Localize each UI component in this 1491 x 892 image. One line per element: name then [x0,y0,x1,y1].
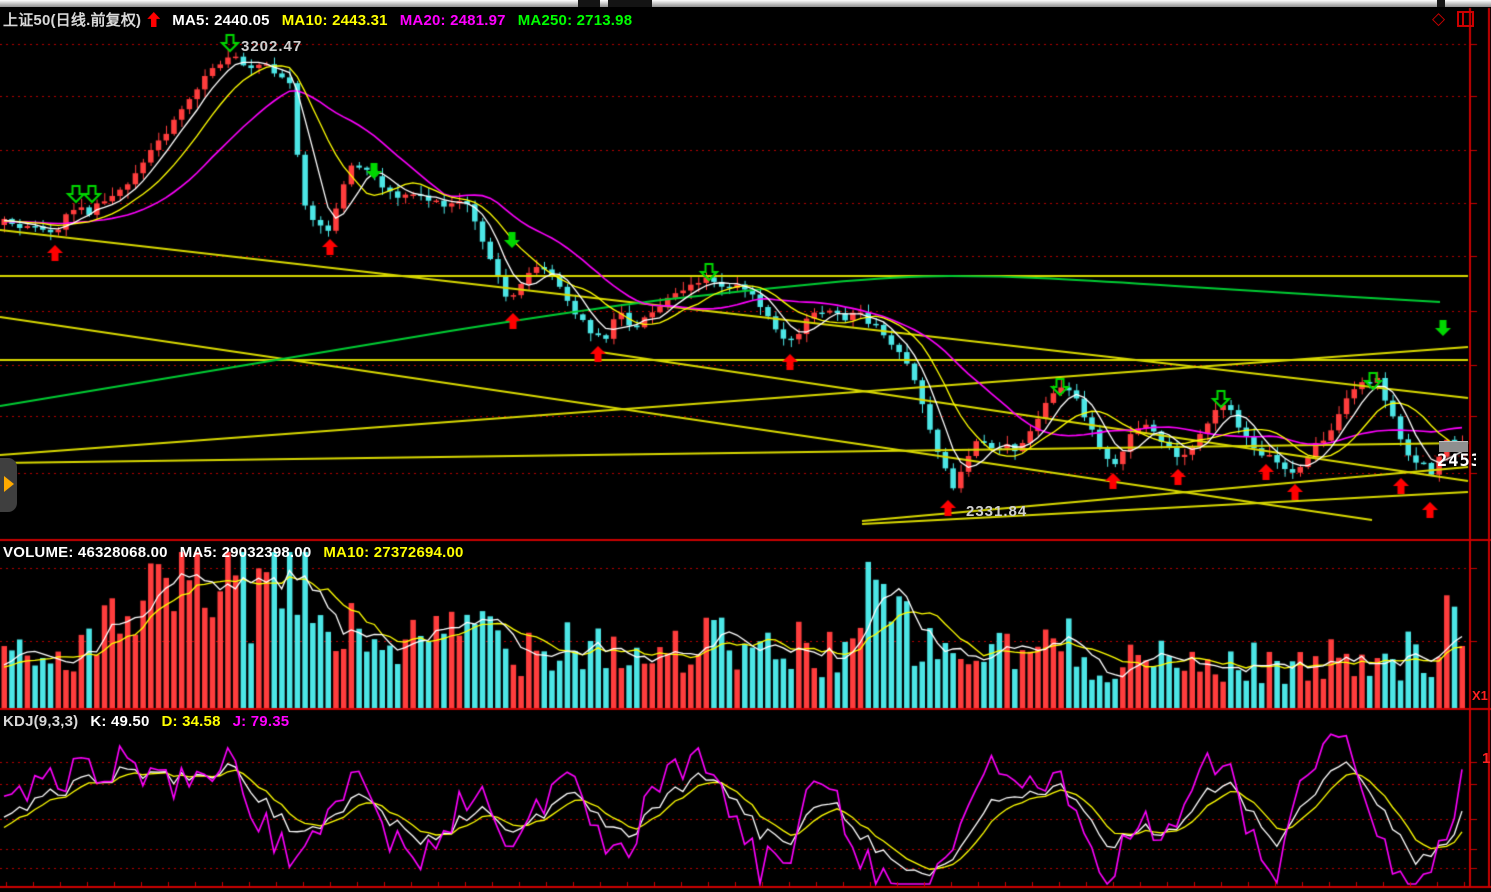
ma250-readout: MA250: 2713.98 [518,12,633,29]
titlebar-notch [1437,0,1445,7]
main-chart-header: 上证50(日线.前复权) MA5: 2440.05 MA10: 2443.31 MA2… [3,9,644,30]
ma10-readout: MA10: 2443.31 [282,12,388,29]
volume-readout: VOLUME: 46328068.00 [3,544,168,561]
low-price-label: 2331.84 [966,503,1027,520]
volume-pane-header: VOLUME: 46328068.00 MA5: 29032398.00 MA10:… [3,544,476,561]
kdj-axis-label: 1 [1482,750,1490,767]
titlebar-notch [608,0,652,7]
trading-app-window: 上证50(日线.前复权) MA5: 2440.05 MA10: 2443.31 MA2… [0,0,1491,892]
peak-price-label: 3202.47 [241,38,302,55]
titlebar-notch [578,0,600,7]
kdj-j-readout: J: 79.35 [233,713,290,730]
sidebar-expand-handle[interactable] [0,458,17,512]
diamond-tool-icon[interactable]: ◇ [1432,9,1445,29]
volume-ma10-readout: MA10: 27372694.00 [323,544,463,561]
split-window-icon[interactable] [1457,11,1474,27]
kdj-k-readout: K: 49.50 [90,713,149,730]
last-price-label: 2453 [1437,451,1476,471]
kdj-pane-header: KDJ(9,3,3) K: 49.50 D: 34.58 J: 79.35 [3,713,301,730]
chart-canvas[interactable] [0,0,1491,892]
ma5-readout: MA5: 2440.05 [172,12,269,29]
window-titlebar[interactable] [0,0,1491,7]
volume-ma5-readout: MA5: 29032398.00 [180,544,312,561]
trend-up-arrow-icon [147,12,160,27]
kdj-label[interactable]: KDJ(9,3,3) [3,713,78,730]
ma20-readout: MA20: 2481.97 [400,12,506,29]
volume-axis-multiplier-label: X1 [1472,688,1488,703]
last-price-partial-digit: 3 [1471,451,1476,471]
instrument-title[interactable]: 上证50(日线.前复权) [3,12,141,29]
kdj-d-readout: D: 34.58 [162,713,221,730]
expand-arrow-icon [4,476,14,492]
